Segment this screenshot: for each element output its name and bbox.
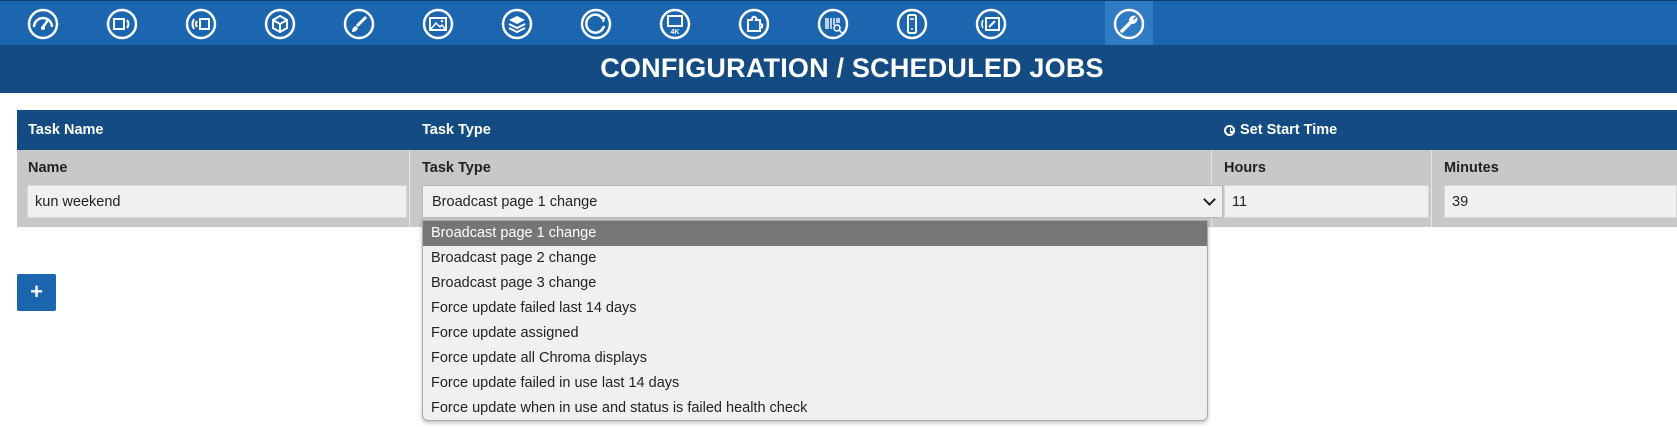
task-type-select[interactable]: Broadcast page 1 change xyxy=(422,185,1223,218)
dropdown-option[interactable]: Force update when in use and status is f… xyxy=(423,396,1207,420)
nav-package[interactable] xyxy=(256,1,304,46)
brush-icon xyxy=(343,8,375,39)
column-divider xyxy=(409,150,410,227)
nav-barcode-scan[interactable] xyxy=(809,1,857,46)
wrench-icon xyxy=(1113,8,1145,39)
nav-broadcast[interactable] xyxy=(177,1,225,46)
remote-signal-icon xyxy=(106,8,138,39)
header-start-time-label: Set Start Time xyxy=(1240,122,1338,138)
gallery-icon xyxy=(422,8,454,39)
nav-mobile-device[interactable] xyxy=(888,1,936,46)
task-type-dropdown: Broadcast page 1 change Broadcast page 2… xyxy=(422,220,1208,421)
broadcast-icon xyxy=(185,8,217,39)
dropdown-option[interactable]: Broadcast page 2 change xyxy=(423,246,1207,271)
add-job-button[interactable]: + xyxy=(17,274,56,311)
nav-remote-signal[interactable] xyxy=(98,1,146,46)
header-start-time: Set Start Time xyxy=(1224,122,1337,138)
puzzle-piece-icon xyxy=(738,8,770,39)
header-task-type: Task Type xyxy=(422,122,491,138)
nav-layers[interactable] xyxy=(493,1,541,46)
nav-puzzle[interactable] xyxy=(730,1,778,46)
task-type-selected-value: Broadcast page 1 change xyxy=(432,194,598,210)
table-header: Task Name Task Type Set Start Time xyxy=(17,110,1677,150)
dropdown-option[interactable]: Force update failed in use last 14 days xyxy=(423,371,1207,396)
4k-display-icon: 4K xyxy=(659,8,691,39)
table-row: Name Task Type Hours Minutes kun weekend… xyxy=(17,150,1677,227)
dropdown-option[interactable]: Broadcast page 1 change xyxy=(423,221,1207,246)
name-input[interactable]: kun weekend xyxy=(27,185,407,218)
page-title: CONFIGURATION / SCHEDULED JOBS xyxy=(600,53,1104,83)
header-task-name: Task Name xyxy=(28,122,104,138)
screen-settings-icon xyxy=(975,8,1007,39)
nav-gallery[interactable] xyxy=(414,1,462,46)
chevron-down-icon xyxy=(1203,193,1216,206)
title-bar: CONFIGURATION / SCHEDULED JOBS xyxy=(0,45,1677,93)
dropdown-option[interactable]: Broadcast page 3 change xyxy=(423,271,1207,296)
dropdown-option[interactable]: Force update all Chroma displays xyxy=(423,346,1207,371)
column-divider xyxy=(1431,150,1432,227)
hours-input[interactable]: 11 xyxy=(1224,185,1429,218)
clock-icon xyxy=(1224,125,1235,136)
nav-brush[interactable] xyxy=(335,1,383,46)
nav-wrench[interactable] xyxy=(1105,1,1153,46)
dropdown-option[interactable]: Force update assigned xyxy=(423,321,1207,346)
barcode-scan-icon xyxy=(817,8,849,39)
hours-label: Hours xyxy=(1224,160,1266,176)
top-navigation: 4K xyxy=(0,0,1677,46)
nav-dashboard[interactable] xyxy=(19,1,67,46)
scheduled-jobs-table: Task Name Task Type Set Start Time Name … xyxy=(17,110,1677,227)
nav-4k-display[interactable]: 4K xyxy=(651,1,699,46)
nav-refresh-cycle[interactable] xyxy=(572,1,620,46)
package-icon xyxy=(264,8,296,39)
dropdown-option[interactable]: Force update failed last 14 days xyxy=(423,296,1207,321)
nav-screen-settings[interactable] xyxy=(967,1,1015,46)
minutes-input[interactable]: 39 xyxy=(1444,185,1677,218)
minutes-label: Minutes xyxy=(1444,160,1499,176)
layers-icon xyxy=(501,8,533,39)
name-label: Name xyxy=(28,160,68,176)
refresh-cycle-icon xyxy=(580,8,612,39)
svg-text:4K: 4K xyxy=(671,29,680,36)
task-type-label: Task Type xyxy=(422,160,491,176)
mobile-device-icon xyxy=(896,8,928,39)
dashboard-icon xyxy=(27,8,59,39)
